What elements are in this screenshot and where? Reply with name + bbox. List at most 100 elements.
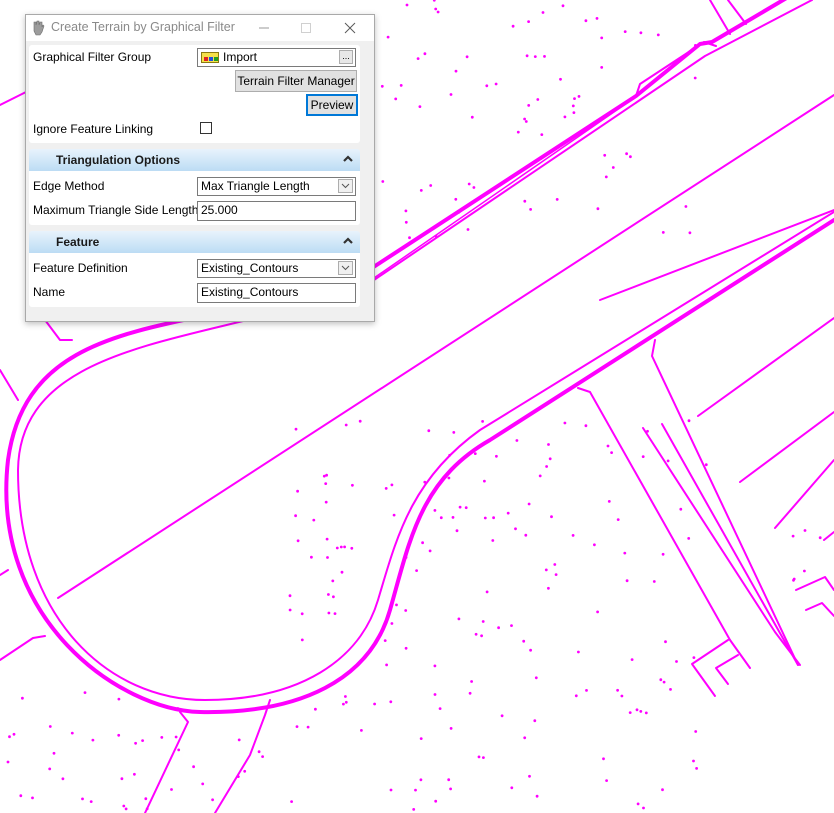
- triangulation-options-header[interactable]: Triangulation Options: [29, 149, 360, 171]
- survey-point: [6, 760, 10, 764]
- survey-point: [464, 506, 468, 510]
- survey-point: [547, 586, 550, 590]
- close-icon: [344, 22, 356, 34]
- survey-point: [664, 640, 667, 644]
- survey-point: [694, 44, 697, 47]
- survey-point: [404, 556, 408, 559]
- survey-point: [547, 443, 550, 446]
- survey-point: [604, 175, 608, 179]
- survey-point: [433, 509, 437, 512]
- survey-point: [468, 691, 472, 695]
- dropdown-arrow[interactable]: [338, 179, 353, 193]
- survey-point: [91, 738, 95, 742]
- survey-point: [630, 658, 634, 661]
- feature-title: Feature: [56, 235, 100, 249]
- survey-point: [616, 518, 620, 521]
- survey-point: [160, 736, 164, 739]
- survey-point: [452, 431, 456, 434]
- feature-definition-dropdown[interactable]: Existing_Contours: [197, 259, 356, 278]
- survey-point: [21, 696, 24, 700]
- survey-point: [636, 802, 640, 806]
- terrain-filter-manager-button[interactable]: Terrain Filter Manager: [235, 70, 357, 92]
- survey-point: [117, 697, 121, 701]
- survey-point: [506, 511, 510, 515]
- survey-point: [322, 474, 326, 478]
- survey-point: [124, 807, 128, 811]
- name-input[interactable]: Existing_Contours: [197, 283, 356, 303]
- survey-point: [563, 421, 567, 425]
- ignore-feature-linking-checkbox[interactable]: [200, 122, 212, 134]
- survey-point: [679, 507, 683, 511]
- browse-button[interactable]: ...: [339, 50, 353, 64]
- survey-point: [399, 84, 403, 87]
- survey-point: [666, 459, 670, 463]
- survey-point: [31, 796, 34, 800]
- cad-driveway: [577, 387, 751, 669]
- maximize-button[interactable]: [288, 15, 324, 41]
- survey-point: [688, 231, 692, 235]
- survey-point: [310, 555, 313, 559]
- survey-point: [176, 707, 180, 710]
- graphical-filter-group-field[interactable]: Import ...: [197, 48, 356, 67]
- ignore-feature-linking-label: Ignore Feature Linking: [33, 122, 154, 136]
- feature-header[interactable]: Feature: [29, 231, 360, 253]
- hand-icon: [33, 20, 45, 36]
- survey-point: [675, 660, 678, 663]
- general-panel: Graphical Filter Group Import ... Terrai…: [29, 45, 360, 143]
- survey-point: [533, 55, 537, 58]
- survey-point: [335, 546, 339, 550]
- survey-point: [429, 184, 433, 187]
- survey-point: [384, 487, 388, 490]
- survey-point: [404, 646, 408, 650]
- survey-point: [629, 155, 632, 159]
- title-bar[interactable]: Create Terrain by Graphical Filter: [26, 15, 374, 41]
- survey-point: [211, 798, 215, 802]
- survey-point: [455, 529, 459, 533]
- survey-point: [593, 543, 596, 547]
- cad-road-edge: [373, 93, 641, 279]
- survey-point: [414, 788, 417, 792]
- survey-point: [19, 794, 23, 798]
- edge-method-dropdown[interactable]: Max Triangle Length: [197, 177, 356, 196]
- survey-point: [529, 208, 532, 211]
- dropdown-arrow[interactable]: [338, 261, 353, 275]
- survey-point: [571, 104, 575, 108]
- survey-point: [418, 105, 422, 108]
- survey-point: [433, 664, 437, 668]
- triangulation-options-title: Triangulation Options: [56, 153, 180, 167]
- survey-point: [423, 52, 427, 56]
- max-triangle-side-length-input[interactable]: 25.000: [197, 201, 356, 221]
- survey-point: [527, 104, 531, 107]
- survey-point: [133, 772, 136, 776]
- survey-point: [514, 527, 517, 531]
- survey-point: [449, 787, 452, 791]
- cad-line: [709, 0, 731, 35]
- survey-point: [687, 419, 691, 423]
- cad-line: [642, 427, 801, 666]
- cad-curb: [691, 639, 729, 697]
- survey-point: [395, 603, 398, 607]
- survey-point: [623, 551, 627, 555]
- preview-button[interactable]: Preview: [306, 94, 358, 116]
- survey-point: [511, 24, 515, 28]
- minimize-button[interactable]: [246, 15, 282, 41]
- survey-point: [500, 714, 504, 718]
- triangulation-options-body: Edge Method Max Triangle Length Maximum …: [29, 171, 360, 225]
- survey-point: [559, 77, 562, 81]
- close-button[interactable]: [332, 15, 368, 41]
- survey-point: [350, 546, 354, 550]
- survey-point: [326, 556, 329, 559]
- survey-point: [523, 199, 527, 203]
- cad-line: [727, 0, 747, 25]
- collapse-icon[interactable]: [342, 234, 354, 248]
- survey-point: [791, 534, 795, 538]
- survey-point: [419, 737, 423, 740]
- collapse-icon[interactable]: [342, 152, 354, 166]
- survey-point: [423, 480, 427, 484]
- survey-point: [419, 778, 423, 782]
- survey-point: [327, 593, 330, 596]
- survey-point: [510, 624, 513, 627]
- survey-point: [485, 84, 489, 88]
- survey-point: [541, 11, 545, 14]
- survey-point: [427, 429, 431, 433]
